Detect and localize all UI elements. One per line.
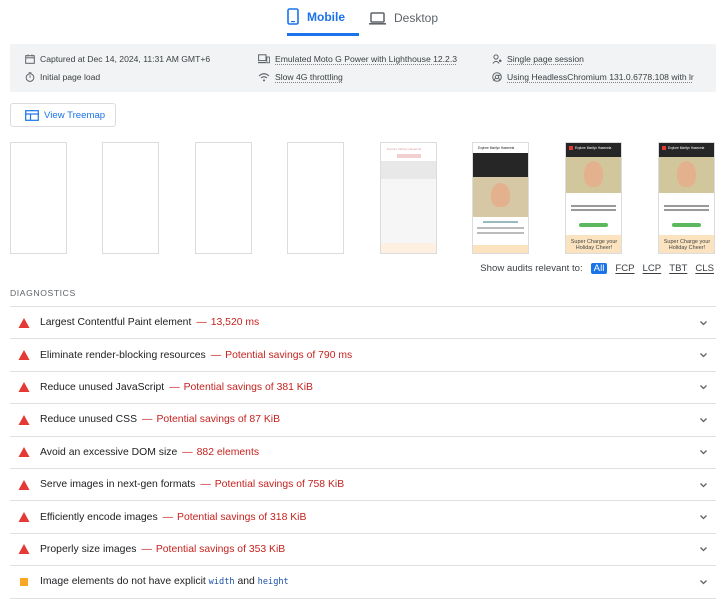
timer-icon	[25, 72, 35, 82]
filter-label: Show audits relevant to:	[480, 263, 583, 274]
fail-triangle-icon	[18, 414, 30, 425]
page-session: Single page session	[492, 54, 584, 64]
fail-triangle-icon	[18, 512, 30, 523]
chevron-down-icon[interactable]	[699, 545, 708, 553]
tab-desktop-label: Desktop	[394, 11, 439, 25]
diagnostics-list: Largest Contentful Paint element — 13,52…	[10, 306, 716, 599]
audit-filter: Show audits relevant to: All FCP LCP TBT…	[480, 263, 714, 274]
audit-row[interactable]: Avoid an excessive DOM size — 882 elemen…	[10, 437, 716, 469]
filmstrip-frame: Explore Marilyn Hasenela Super Charge yo…	[658, 142, 715, 254]
fail-triangle-icon	[18, 317, 30, 328]
fail-triangle-icon	[18, 447, 30, 458]
chevron-down-icon[interactable]	[699, 578, 708, 586]
filter-tbt[interactable]: TBT	[669, 263, 687, 274]
filmstrip-frame: Explore Marilyn Hasenela Super Charge yo…	[565, 142, 622, 254]
initial-page-load: Initial page load	[25, 72, 100, 82]
chevron-down-icon[interactable]	[699, 513, 708, 521]
captured-at: Captured at Dec 14, 2024, 11:31 AM GMT+6	[25, 54, 210, 64]
chevron-down-icon[interactable]	[699, 351, 708, 359]
runtime-settings: Captured at Dec 14, 2024, 11:31 AM GMT+6…	[10, 44, 716, 92]
filmstrip-frame: Explore Marilyn Hasenela	[472, 142, 529, 254]
filmstrip-frame	[102, 142, 159, 254]
laptop-icon	[369, 11, 386, 25]
filmstrip-frame	[195, 142, 252, 254]
audit-row[interactable]: Properly size images — Potential savings…	[10, 534, 716, 567]
chevron-down-icon[interactable]	[699, 416, 708, 424]
calendar-icon	[25, 54, 35, 64]
diagnostics-heading: DIAGNOSTICS	[10, 288, 76, 298]
filter-all[interactable]: All	[590, 263, 608, 274]
audit-row[interactable]: Image elements do not have explicit widt…	[10, 566, 716, 599]
filmstrip-frame	[10, 142, 67, 254]
audit-row[interactable]: Reduce unused CSS — Potential savings of…	[10, 404, 716, 437]
view-treemap-button[interactable]: View Treemap	[10, 103, 116, 127]
filter-lcp[interactable]: LCP	[643, 263, 662, 274]
browser-version: Using HeadlessChromium 131.0.6778.108 wi…	[492, 72, 694, 82]
chevron-down-icon[interactable]	[699, 319, 708, 327]
wifi-icon	[258, 73, 270, 82]
chevron-down-icon[interactable]	[699, 481, 708, 489]
filmstrip-frame	[287, 142, 344, 254]
tab-mobile[interactable]: Mobile	[287, 0, 359, 36]
smartphone-icon	[287, 8, 299, 25]
audit-row[interactable]: Efficiently encode images — Potential sa…	[10, 501, 716, 534]
tab-desktop[interactable]: Desktop	[369, 0, 447, 36]
chevron-down-icon[interactable]	[699, 448, 708, 456]
filmstrip-frame: Explore Marilyn Hasenela	[380, 142, 437, 254]
fail-triangle-icon	[18, 479, 30, 490]
fail-triangle-icon	[18, 544, 30, 555]
fail-triangle-icon	[18, 350, 30, 361]
emulated-device: Emulated Moto G Power with Lighthouse 12…	[258, 54, 457, 64]
audit-row[interactable]: Serve images in next-gen formats — Poten…	[10, 469, 716, 502]
device-tabs: Mobile Desktop	[0, 0, 726, 36]
tab-mobile-label: Mobile	[307, 9, 345, 24]
audit-row[interactable]: Largest Contentful Paint element — 13,52…	[10, 307, 716, 340]
treemap-icon	[25, 109, 39, 121]
average-square-icon	[20, 577, 28, 586]
network-throttling: Slow 4G throttling	[258, 72, 343, 82]
devices-icon	[258, 54, 270, 64]
filter-cls[interactable]: CLS	[695, 263, 714, 274]
filter-fcp[interactable]: FCP	[615, 263, 634, 274]
fail-triangle-icon	[18, 382, 30, 393]
person-icon	[492, 54, 502, 64]
chevron-down-icon[interactable]	[699, 383, 708, 391]
audit-row[interactable]: Eliminate render-blocking resources — Po…	[10, 339, 716, 372]
chrome-icon	[492, 72, 502, 82]
audit-row[interactable]: Reduce unused JavaScript — Potential sav…	[10, 372, 716, 405]
